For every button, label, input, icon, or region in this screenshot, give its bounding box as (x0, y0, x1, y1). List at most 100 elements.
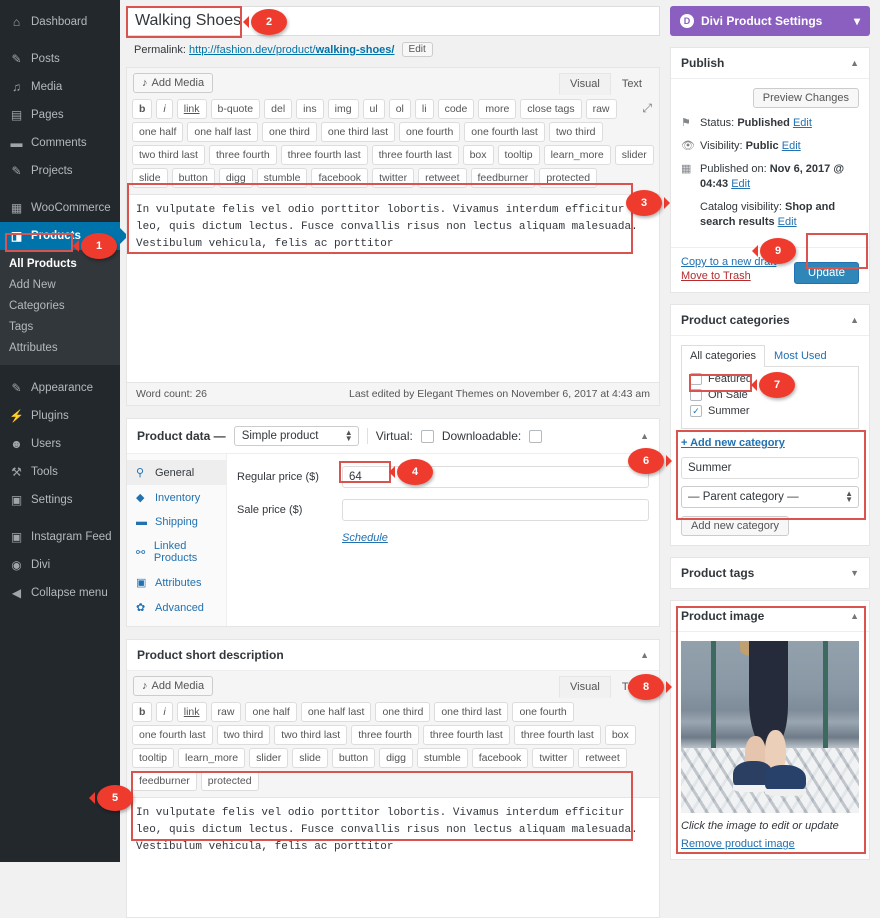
quicktag-tooltip[interactable]: tooltip (497, 145, 540, 165)
collapse-toggle-icon[interactable]: ▲ (850, 611, 859, 621)
quicktag-retweet[interactable]: retweet (418, 168, 467, 188)
catalog-edit-link[interactable]: Edit (778, 216, 797, 228)
sale-price-input[interactable] (342, 499, 649, 521)
editor-content-textarea[interactable]: In vulputate felis vel odio porttitor lo… (127, 195, 659, 379)
quicktag-twitter[interactable]: twitter (532, 748, 575, 768)
parent-category-select[interactable]: — Parent category — (681, 486, 859, 508)
quicktag-two-third-last[interactable]: two third last (274, 725, 348, 745)
downloadable-checkbox[interactable] (529, 429, 543, 443)
sidebar-item-tools[interactable]: ⚒ Tools (0, 458, 120, 486)
product-tags-header[interactable]: Product tags ▼ (671, 558, 869, 588)
category-item-summer[interactable]: ✓ Summer (690, 405, 850, 417)
quicktag-two-third[interactable]: two third (548, 122, 603, 142)
quicktag-button[interactable]: button (331, 748, 376, 768)
sidebar-item-projects[interactable]: ✎ Projects (0, 157, 120, 185)
quicktag-one-third-last[interactable]: one third last (320, 122, 395, 142)
quicktag-one-third-last[interactable]: one third last (434, 702, 509, 722)
sidebar-item-appearance[interactable]: ✎ Appearance (0, 374, 120, 402)
published-edit-link[interactable]: Edit (731, 178, 750, 190)
product-type-select[interactable]: Simple product (233, 426, 359, 446)
sidebar-item-comments[interactable]: ▬ Comments (0, 129, 120, 157)
checkbox-icon[interactable] (690, 373, 702, 385)
schedule-link[interactable]: Schedule (342, 532, 649, 544)
quicktag-one-half-last[interactable]: one half last (187, 122, 258, 142)
quicktag-raw[interactable]: raw (210, 702, 242, 722)
quicktag-three-fourth[interactable]: three fourth (208, 145, 277, 165)
collapse-toggle-icon[interactable]: ▲ (640, 431, 649, 441)
sidebar-item-plugins[interactable]: ⚡ Plugins (0, 402, 120, 430)
short-description-textarea[interactable]: In vulputate felis vel odio porttitor lo… (127, 798, 659, 914)
collapse-toggle-icon[interactable]: ▲ (850, 315, 859, 325)
quicktag-del[interactable]: del (264, 99, 293, 119)
quicktag-learn-more[interactable]: learn_more (543, 145, 611, 165)
quicktag-three-fourth-last[interactable]: three fourth last (513, 725, 601, 745)
quicktag-facebook[interactable]: facebook (311, 168, 369, 188)
quicktag-ul[interactable]: ul (362, 99, 385, 119)
quicktag-i[interactable]: i (156, 99, 173, 119)
visibility-edit-link[interactable]: Edit (782, 140, 801, 152)
quicktag-one-half-last[interactable]: one half last (300, 702, 372, 722)
divi-product-settings-bar[interactable]: D Divi Product Settings ▾ (670, 6, 870, 36)
quicktag-one-fourth-last[interactable]: one fourth last (464, 122, 545, 142)
quicktag-ol[interactable]: ol (388, 99, 411, 119)
tab-linked-products[interactable]: ⚯ Linked Products (127, 534, 226, 570)
sidebar-item-settings[interactable]: ▣ Settings (0, 486, 120, 514)
tab-inventory[interactable]: ◆ Inventory (127, 485, 226, 510)
quicktag-learn-more[interactable]: learn_more (178, 748, 246, 768)
quicktag-facebook[interactable]: facebook (471, 748, 529, 768)
remove-product-image-link[interactable]: Remove product image (681, 838, 859, 850)
quicktag-three-fourth-last[interactable]: three fourth last (371, 145, 459, 165)
quicktag-one-fourth-last[interactable]: one fourth last (132, 725, 213, 745)
quicktag-b[interactable]: b (132, 702, 153, 722)
tab-all-categories[interactable]: All categories (681, 345, 766, 367)
quicktag-one-third[interactable]: one third (262, 122, 317, 142)
quicktag-img[interactable]: img (327, 99, 359, 119)
quicktag-three-fourth-last[interactable]: three fourth last (422, 725, 510, 745)
submenu-item-tags[interactable]: Tags (0, 317, 120, 338)
virtual-checkbox[interactable] (420, 429, 434, 443)
quicktag-feedburner[interactable]: feedburner (132, 771, 197, 791)
submenu-item-attributes[interactable]: Attributes (0, 338, 120, 359)
sidebar-item-pages[interactable]: ▤ Pages (0, 101, 120, 129)
quicktag-one-third[interactable]: one third (375, 702, 431, 722)
quicktag-three-fourth[interactable]: three fourth (351, 725, 419, 745)
collapse-toggle-icon[interactable]: ▲ (640, 650, 649, 660)
status-edit-link[interactable]: Edit (793, 117, 812, 129)
checkbox-checked-icon[interactable]: ✓ (690, 405, 702, 417)
add-new-category-link[interactable]: + Add new category (681, 437, 859, 449)
add-new-category-button[interactable]: Add new category (681, 516, 790, 536)
submenu-item-add-new[interactable]: Add New (0, 275, 120, 296)
sidebar-item-dashboard[interactable]: ⌂ Dashboard (0, 8, 120, 36)
quicktag-one-fourth[interactable]: one fourth (399, 122, 461, 142)
sidebar-item-collapse-menu[interactable]: ◀ Collapse menu (0, 579, 120, 607)
sidebar-item-woocommerce[interactable]: ▦ WooCommerce (0, 194, 120, 222)
new-category-name-input[interactable] (681, 457, 859, 479)
quicktag-link[interactable]: link (176, 99, 207, 119)
tab-general[interactable]: ⚲ General (127, 460, 226, 485)
quicktag-close-tags[interactable]: close tags (520, 99, 582, 119)
quicktag-one-half[interactable]: one half (132, 122, 184, 142)
tab-text[interactable]: Text (611, 73, 653, 95)
chevron-down-icon[interactable]: ▼ (850, 568, 859, 578)
collapse-toggle-icon[interactable]: ▲ (850, 58, 859, 68)
quicktag-box[interactable]: box (462, 145, 494, 165)
tab-attributes[interactable]: ▣ Attributes (127, 570, 226, 595)
quicktag-protected[interactable]: protected (200, 771, 259, 791)
sidebar-item-users[interactable]: ☻ Users (0, 430, 120, 458)
quicktag-two-third-last[interactable]: two third last (132, 145, 205, 165)
quicktag-feedburner[interactable]: feedburner (470, 168, 536, 188)
quicktag-two-third[interactable]: two third (216, 725, 271, 745)
sidebar-item-media[interactable]: ♫ Media (0, 73, 120, 101)
quicktag-digg[interactable]: digg (218, 168, 253, 188)
quicktag-digg[interactable]: digg (379, 748, 413, 768)
tab-visual[interactable]: Visual (559, 676, 611, 698)
checkbox-icon[interactable] (690, 389, 702, 401)
permalink-link[interactable]: http://fashion.dev/product/walking-shoes… (189, 44, 394, 56)
submenu-item-categories[interactable]: Categories (0, 296, 120, 317)
move-to-trash-link[interactable]: Move to Trash (681, 270, 776, 282)
quicktag-one-fourth[interactable]: one fourth (512, 702, 574, 722)
sidebar-item-posts[interactable]: ✎ Posts (0, 45, 120, 73)
fullscreen-icon[interactable]: ⤢ (642, 101, 652, 116)
tab-most-used[interactable]: Most Used (765, 345, 836, 366)
tab-visual[interactable]: Visual (559, 73, 611, 95)
